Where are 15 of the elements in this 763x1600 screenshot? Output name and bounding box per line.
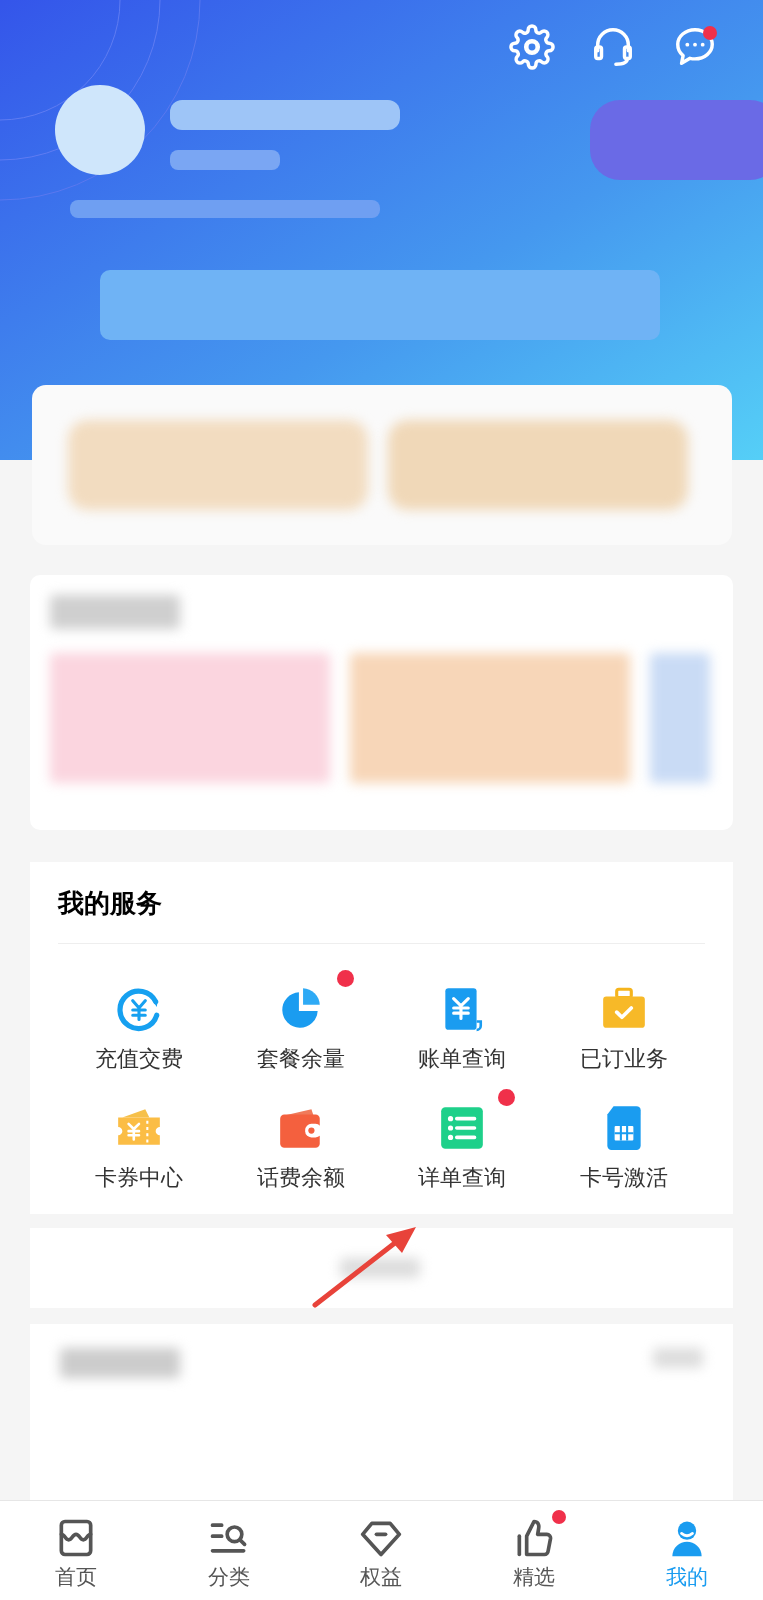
tab-item[interactable]: 精选 xyxy=(457,1507,611,1594)
service-item[interactable]: 套餐余量 xyxy=(219,970,382,1075)
tab-item[interactable]: 分类 xyxy=(152,1507,306,1594)
service-item[interactable]: 详单查询 xyxy=(381,1089,544,1194)
service-item[interactable]: 充值交费 xyxy=(58,970,220,1075)
service-item[interactable]: 话费余额 xyxy=(219,1089,382,1194)
section-title: 我的服务 xyxy=(58,862,705,944)
blurred-content xyxy=(653,1348,703,1368)
service-item[interactable]: 已订业务 xyxy=(543,970,705,1075)
service-item[interactable]: 账单查询 xyxy=(381,970,544,1075)
service-item[interactable]: 卡号激活 xyxy=(543,1089,705,1194)
settings-icon[interactable] xyxy=(509,24,555,70)
tab-item[interactable]: 权益 xyxy=(305,1507,458,1594)
tab-item[interactable]: 首页 xyxy=(0,1507,153,1594)
service-item[interactable]: 卡券中心 xyxy=(58,1089,220,1194)
